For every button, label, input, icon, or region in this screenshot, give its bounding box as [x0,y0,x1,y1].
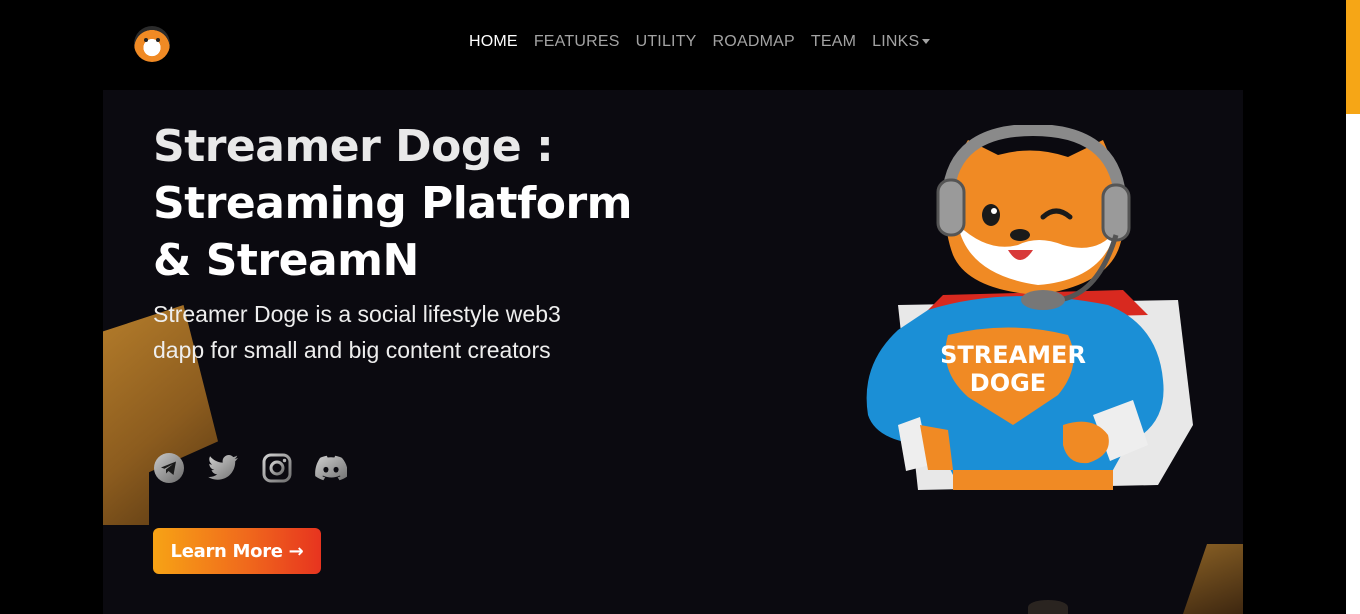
nav-links-label: LINKS [872,33,920,50]
nav-roadmap[interactable]: ROADMAP [713,33,795,51]
hero-title: Streamer Doge : Streaming Platform & Str… [153,118,693,289]
instagram-icon[interactable] [261,452,293,484]
hero-title-line2: Streaming Platform [153,178,633,229]
mascot-badge-line2: DOGE [970,369,1046,397]
hero-section: Streamer Doge : Streaming Platform & Str… [103,90,1243,614]
social-links [153,452,347,484]
nav-links-dropdown[interactable]: LINKS [872,33,931,51]
streamer-doge-mascot: STREAMER DOGE [866,125,1193,490]
streamer-doge-logo[interactable] [134,26,170,62]
main-nav: HOME FEATURES UTILITY ROADMAP TEAM LINKS [469,33,931,51]
hero-title-line1: Streamer Doge : [153,121,554,172]
learn-more-label: Learn More [170,540,283,562]
arrow-right-icon: → [288,540,304,562]
nav-utility[interactable]: UTILITY [636,33,697,51]
decorative-shape-bottom [1028,600,1068,614]
discord-icon[interactable] [315,452,347,484]
decorative-shape-corner [1183,544,1243,614]
caret-down-icon [922,39,931,45]
top-navbar: HOME FEATURES UTILITY ROADMAP TEAM LINKS [0,0,1346,88]
learn-more-button[interactable]: Learn More → [153,528,321,574]
telegram-icon[interactable] [153,452,185,484]
nav-features[interactable]: FEATURES [534,33,620,51]
nav-team[interactable]: TEAM [811,33,856,51]
hero-subtitle: Streamer Doge is a social lifestyle web3… [153,301,561,363]
page-scrollbar[interactable] [1346,0,1360,614]
scrollbar-thumb[interactable] [1346,0,1360,114]
nav-home[interactable]: HOME [469,33,518,51]
hero-title-line3: & StreamN [153,235,419,286]
mascot-badge-line1: STREAMER [940,341,1086,369]
twitter-icon[interactable] [207,452,239,484]
